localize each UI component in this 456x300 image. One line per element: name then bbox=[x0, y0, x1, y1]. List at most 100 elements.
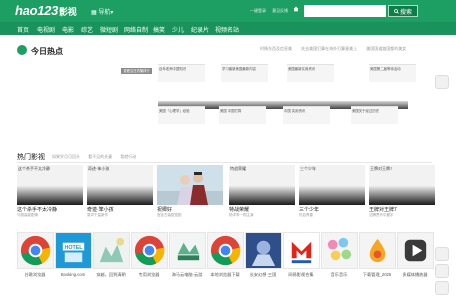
movie-title[interactable]: 这个杀手不太冷静 bbox=[17, 206, 57, 213]
player-icon bbox=[404, 239, 427, 262]
news-thumb[interactable]: 美国 中国打算 bbox=[219, 106, 266, 124]
app-tile[interactable] bbox=[397, 232, 434, 269]
movie-poster[interactable]: 奇迹·笨小孩 bbox=[87, 165, 153, 205]
side-float-button[interactable] bbox=[435, 264, 449, 278]
movie-poster[interactable] bbox=[157, 165, 223, 205]
nav-item-variety[interactable]: 综艺 bbox=[81, 25, 93, 34]
app-tile[interactable] bbox=[321, 232, 358, 269]
today-title: 今日热点 bbox=[31, 47, 63, 56]
app-label[interactable]: 穿越，回到清朝 bbox=[91, 272, 131, 278]
movie-desc: 沈腾贾玲华晨宇 bbox=[369, 213, 394, 217]
app-tile[interactable] bbox=[93, 232, 130, 269]
nav-switch-label: 导航 bbox=[98, 10, 111, 16]
nav-item-original[interactable]: 网络自制 bbox=[124, 25, 148, 34]
side-float-button[interactable] bbox=[435, 281, 449, 295]
chevron-down-icon: ▾ bbox=[110, 10, 114, 16]
app-label[interactable]: 海马云电脑·云游 bbox=[167, 272, 207, 278]
movie-poster[interactable]: 这个杀手不太冷静 bbox=[17, 165, 83, 205]
film-link[interactable]: 看不见的夫妻 bbox=[88, 154, 112, 159]
section-divider bbox=[17, 162, 432, 163]
news-thumb-caption: 学习最新美国最新内容 bbox=[222, 67, 256, 71]
drama-poster-image bbox=[157, 165, 223, 205]
film-link[interactable]: 我就行动 bbox=[120, 154, 136, 159]
app-tile[interactable] bbox=[131, 232, 168, 269]
game-icon bbox=[246, 233, 281, 268]
login-link[interactable]: 一键登录 bbox=[250, 8, 266, 13]
news-thumb[interactable]: 学习最新美国最新内容 bbox=[221, 64, 268, 82]
nav-item-funny[interactable]: 搞笑 bbox=[153, 25, 165, 34]
header-bar: hao123影视 ▦ 导航▾ 一键登录 意见反馈 搜索 bbox=[0, 0, 456, 22]
app-tile[interactable] bbox=[17, 232, 54, 269]
movie-title[interactable]: 三个少年 bbox=[299, 206, 319, 213]
app-tile[interactable] bbox=[169, 232, 206, 269]
news-thumb-caption: 美国 中国打算 bbox=[220, 109, 242, 113]
poster-caption: 三个少年 bbox=[300, 166, 316, 171]
news-thumb[interactable]: 美国关于经过历史 bbox=[351, 106, 398, 124]
movie-poster[interactable]: 特战荣耀 bbox=[229, 165, 295, 205]
logo-main: hao123 bbox=[15, 3, 59, 18]
app-label[interactable]: 下载管理_2025 bbox=[357, 272, 397, 278]
movie-poster[interactable]: 王牌对王牌7 bbox=[369, 165, 435, 205]
nav-item-kids[interactable]: 少儿 bbox=[172, 25, 184, 34]
app-tile[interactable] bbox=[359, 232, 396, 269]
download-icon bbox=[369, 238, 386, 263]
search-button-label: 搜索 bbox=[399, 9, 412, 16]
news-thumb[interactable]: 百年老师中国知识 bbox=[158, 64, 205, 82]
film-link[interactable]: 如果岁月可回头 bbox=[52, 154, 80, 159]
app-label[interactable]: 专用浏览器 bbox=[129, 272, 169, 278]
search-button[interactable]: 搜索 bbox=[388, 5, 418, 17]
nav-item-documentary[interactable]: 纪录片 bbox=[191, 25, 209, 34]
hot-link[interactable]: 时情东西及信息美 bbox=[260, 46, 292, 51]
news-thumb[interactable]: 美国第二届等待活动 bbox=[369, 64, 416, 82]
poster-caption: 王牌对王牌7 bbox=[370, 166, 393, 171]
site-logo[interactable]: hao123影视 bbox=[15, 3, 77, 18]
nav-item-video-sites[interactable]: 视频名站 bbox=[215, 25, 239, 34]
news-thumb[interactable]: 美国最新实用资讯 bbox=[287, 64, 334, 82]
app-label[interactable]: 谷歌浏览器 bbox=[15, 272, 55, 278]
search-input[interactable] bbox=[304, 5, 386, 17]
news-thumb[interactable]: 中国 实用资讯 bbox=[283, 106, 330, 124]
nav-item-movie[interactable]: 电影 bbox=[62, 25, 74, 34]
ranking-tag[interactable]: 查看当日热播排行 bbox=[121, 68, 152, 74]
video-icon bbox=[291, 241, 312, 264]
hot-link[interactable]: 失去美国打算在海外打算意美上 bbox=[301, 46, 357, 51]
hotel-icon: HOTEL bbox=[62, 242, 85, 263]
poster-caption: 特战荣耀 bbox=[230, 166, 246, 171]
films-links: 如果岁月可回头 看不见的夫妻 我就行动 bbox=[52, 154, 143, 160]
nav-switch[interactable]: ▦ 导航▾ bbox=[91, 7, 113, 16]
movie-title[interactable]: 祝卿好 bbox=[157, 206, 172, 213]
app-label[interactable]: 音乐音乐 bbox=[319, 272, 359, 278]
chrome-icon bbox=[20, 235, 51, 266]
app-label[interactable]: 本地浏览器下载 bbox=[205, 272, 245, 278]
movie-title[interactable]: 王牌对王牌7 bbox=[369, 206, 397, 213]
news-thumb-caption: 百年老师中国知识 bbox=[159, 67, 187, 71]
news-thumb[interactable]: 美国「心理学」经验 bbox=[158, 106, 205, 124]
today-section-icon bbox=[17, 45, 27, 55]
app-label[interactable]: 多媒体播放器 bbox=[395, 272, 435, 278]
side-float-button[interactable] bbox=[435, 247, 449, 261]
movie-title[interactable]: 奇迹·笨小孩 bbox=[87, 206, 114, 213]
app-label[interactable]: 长安幻想·三国 bbox=[243, 272, 283, 278]
svg-text:HOTEL: HOTEL bbox=[64, 245, 83, 251]
app-tile[interactable]: HOTEL bbox=[55, 232, 92, 269]
nav-item-short-drama[interactable]: 微短剧 bbox=[100, 25, 118, 34]
poster-caption: 这个杀手不太冷静 bbox=[18, 166, 50, 171]
news-thumb-caption: 美国关于经过历史 bbox=[352, 109, 380, 113]
nav-item-tv[interactable]: 电视剧 bbox=[37, 25, 55, 34]
music-icon bbox=[327, 237, 352, 261]
hot-link[interactable]: 美国国道路国都的美女 bbox=[366, 46, 406, 51]
nav-item-home[interactable]: 首页 bbox=[17, 25, 29, 34]
cloud-icon bbox=[170, 233, 205, 268]
app-tile[interactable] bbox=[245, 232, 282, 269]
game-icon bbox=[94, 233, 129, 268]
app-label[interactable]: 网易影视合集 bbox=[281, 272, 321, 278]
feedback-link[interactable]: 意见反馈 bbox=[272, 8, 288, 13]
side-float-button[interactable] bbox=[435, 75, 449, 89]
app-label[interactable]: Booking.com bbox=[53, 272, 93, 277]
movie-poster[interactable]: 三个少年 bbox=[299, 165, 365, 205]
top-links: 一键登录 意见反馈 bbox=[250, 8, 293, 14]
app-tile[interactable] bbox=[207, 232, 244, 269]
home-icon[interactable] bbox=[293, 6, 299, 12]
movie-title[interactable]: 特战荣耀 bbox=[229, 206, 249, 213]
app-tile[interactable] bbox=[283, 232, 320, 269]
